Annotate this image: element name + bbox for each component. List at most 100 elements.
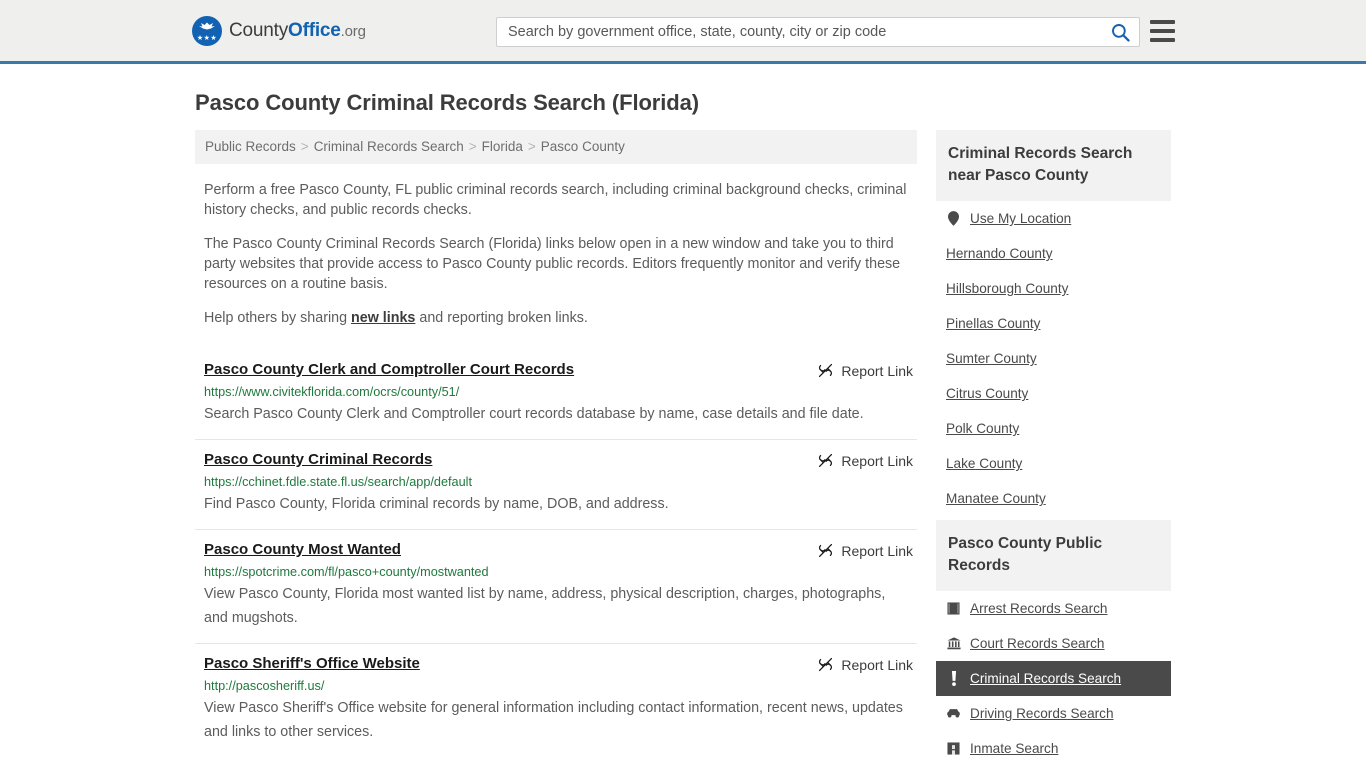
result-url[interactable]: https://www.civitekflorida.com/ocrs/coun…	[204, 385, 913, 400]
breadcrumb-separator: >	[300, 139, 309, 154]
search-button[interactable]	[1101, 18, 1139, 46]
broken-link-icon	[819, 657, 833, 672]
list-item: Pinellas County	[936, 306, 1171, 341]
sidebar-item-lake-county[interactable]: Lake County	[936, 446, 1171, 481]
hamburger-menu-icon[interactable]	[1150, 20, 1175, 42]
sidebar-item-arrest-records-search[interactable]: Arrest Records Search	[936, 591, 1171, 626]
page-title: Pasco County Criminal Records Search (Fl…	[195, 90, 699, 115]
report-link-button[interactable]: Report Link	[817, 541, 913, 559]
sidebar-public-records-heading: Pasco County Public Records	[936, 520, 1171, 591]
eagle-seal-icon: ★★★	[192, 15, 222, 46]
sidebar-item-label: Hernando County	[946, 246, 1053, 261]
report-link-button[interactable]: Report Link	[817, 451, 913, 469]
result-url[interactable]: https://spotcrime.com/fl/pasco+county/mo…	[204, 565, 913, 580]
report-link-label: Report Link	[841, 656, 913, 673]
list-item: Manatee County	[936, 481, 1171, 516]
logo-text-county: County	[229, 19, 289, 41]
jail-building-icon	[946, 741, 961, 756]
intro-text: Perform a free Pasco County, FL public c…	[195, 180, 917, 328]
report-link-label: Report Link	[841, 362, 913, 379]
result-header: Pasco County Clerk and Comptroller Court…	[204, 361, 913, 379]
logo-wordmark: CountyOffice.org	[229, 20, 366, 42]
logo-text-office: Office	[288, 19, 341, 41]
sidebar-item-label: Court Records Search	[970, 636, 1105, 651]
list-item: Polk County	[936, 411, 1171, 446]
breadcrumb-separator: >	[468, 139, 477, 154]
sidebar-item-polk-county[interactable]: Polk County	[936, 411, 1171, 446]
new-links-link[interactable]: new links	[351, 310, 415, 326]
sidebar-item-label: Citrus County	[946, 386, 1029, 401]
sidebar-item-use-my-location[interactable]: Use My Location	[936, 201, 1171, 236]
sidebar-item-label: Driving Records Search	[970, 706, 1114, 721]
sidebar-nearby-heading: Criminal Records Search near Pasco Count…	[936, 130, 1171, 201]
breadcrumb-item-florida[interactable]: Florida	[482, 139, 523, 154]
site-logo[interactable]: ★★★ CountyOffice.org	[192, 15, 366, 46]
sidebar-item-label: Pinellas County	[946, 316, 1041, 331]
result-header: Pasco County Most Wanted Report Link	[204, 541, 913, 559]
result-title-link[interactable]: Pasco County Criminal Records	[204, 451, 432, 469]
sidebar-item-inmate-search[interactable]: Inmate Search	[936, 731, 1171, 766]
sidebar-item-sumter-county[interactable]: Sumter County	[936, 341, 1171, 376]
result-item: Pasco County Clerk and Comptroller Court…	[195, 350, 917, 439]
breadcrumb-item-criminal-records-search[interactable]: Criminal Records Search	[314, 139, 464, 154]
sidebar-item-label: Polk County	[946, 421, 1020, 436]
hamburger-bar	[1150, 20, 1175, 24]
intro-paragraph-1: Perform a free Pasco County, FL public c…	[204, 182, 907, 218]
result-description: Search Pasco County Clerk and Comptrolle…	[204, 406, 864, 422]
breadcrumb-item-public-records[interactable]: Public Records	[205, 139, 296, 154]
sidebar-item-label: Criminal Records Search	[970, 671, 1122, 686]
sidebar-item-label: Arrest Records Search	[970, 601, 1108, 616]
result-item: Pasco County Criminal Records Report Lin	[195, 439, 917, 529]
sidebar: Criminal Records Search near Pasco Count…	[936, 130, 1171, 768]
result-url[interactable]: http://pascosheriff.us/	[204, 679, 913, 694]
hamburger-bar	[1150, 38, 1175, 42]
sidebar-nearby-section: Criminal Records Search near Pasco Count…	[936, 130, 1171, 516]
logo-stars: ★★★	[196, 34, 218, 42]
sidebar-public-records-section: Pasco County Public Records Arrest Recor…	[936, 520, 1171, 766]
sidebar-item-hillsborough-county[interactable]: Hillsborough County	[936, 271, 1171, 306]
result-description: Find Pasco County, Florida criminal reco…	[204, 496, 669, 512]
hamburger-bar	[1150, 29, 1175, 33]
sidebar-item-citrus-county[interactable]: Citrus County	[936, 376, 1171, 411]
result-description: View Pasco County, Florida most wanted l…	[204, 586, 886, 626]
result-title-link[interactable]: Pasco County Clerk and Comptroller Court…	[204, 361, 574, 379]
sidebar-item-criminal-records-search[interactable]: Criminal Records Search	[936, 661, 1171, 696]
result-url[interactable]: https://cchinet.fdle.state.fl.us/search/…	[204, 475, 913, 490]
intro-paragraph-2: The Pasco County Criminal Records Search…	[204, 236, 901, 292]
list-item: Use My Location	[936, 201, 1171, 236]
result-item: Pasco County Most Wanted Report Link htt…	[195, 529, 917, 643]
list-item: Hillsborough County	[936, 271, 1171, 306]
sidebar-item-manatee-county[interactable]: Manatee County	[936, 481, 1171, 516]
sidebar-item-label: Inmate Search	[970, 741, 1059, 756]
page-body: Pasco County Criminal Records Search (Fl…	[0, 90, 1366, 768]
list-item: Criminal Records Search	[936, 661, 1171, 696]
list-item: Inmate Search	[936, 731, 1171, 766]
intro-text-after-link: and reporting broken links.	[415, 310, 588, 326]
result-title-link[interactable]: Pasco Sheriff's Office Website	[204, 655, 420, 673]
logo-text-org: .org	[340, 22, 366, 40]
sidebar-item-court-records-search[interactable]: Court Records Search	[936, 626, 1171, 661]
list-item: Sumter County	[936, 341, 1171, 376]
sidebar-nearby-list: Use My Location Hernando County Hillsbor…	[936, 201, 1171, 516]
intro-text-before-link: Help others by sharing	[204, 310, 352, 326]
list-item: Citrus County	[936, 376, 1171, 411]
sidebar-item-label: Sumter County	[946, 351, 1037, 366]
list-item: Lake County	[936, 446, 1171, 481]
sidebar-item-label: Manatee County	[946, 491, 1046, 506]
search-input[interactable]	[497, 18, 1101, 46]
result-title-link[interactable]: Pasco County Most Wanted	[204, 541, 401, 559]
list-item: Arrest Records Search	[936, 591, 1171, 626]
sidebar-item-driving-records-search[interactable]: Driving Records Search	[936, 696, 1171, 731]
list-item: Court Records Search	[936, 626, 1171, 661]
result-header: Pasco Sheriff's Office Website Report Li	[204, 655, 913, 673]
results-list: Pasco County Clerk and Comptroller Court…	[195, 350, 917, 757]
sidebar-item-pinellas-county[interactable]: Pinellas County	[936, 306, 1171, 341]
breadcrumb-item-pasco-county[interactable]: Pasco County	[541, 139, 625, 154]
map-pin-icon	[946, 211, 961, 226]
courthouse-icon	[946, 636, 961, 651]
sidebar-item-hernando-county[interactable]: Hernando County	[936, 236, 1171, 271]
list-item: Hernando County	[936, 236, 1171, 271]
search-icon	[1111, 23, 1130, 42]
report-link-button[interactable]: Report Link	[817, 655, 913, 673]
report-link-button[interactable]: Report Link	[817, 361, 913, 379]
